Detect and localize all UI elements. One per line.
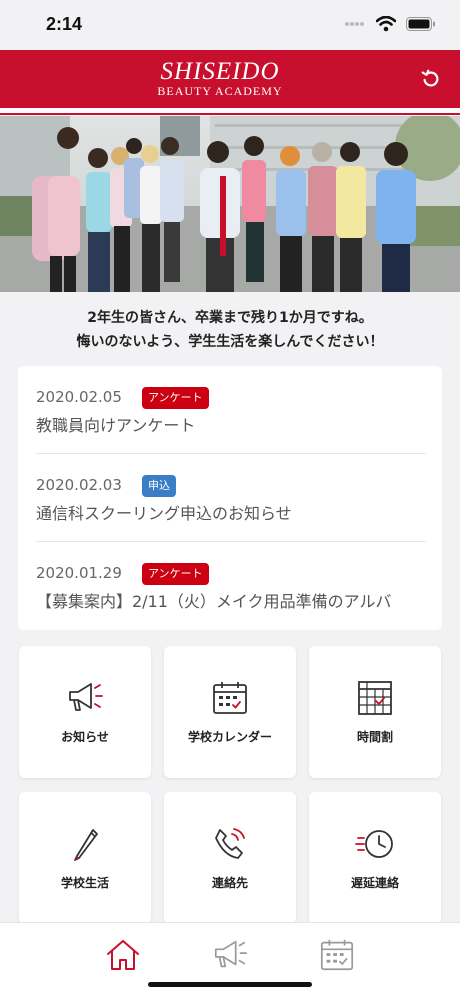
news-item[interactable]: 2020.02.03 申込 通信科スクーリング申込のお知らせ [36, 454, 426, 542]
tile-label: 学校カレンダー [187, 730, 272, 744]
app-header: SHISEIDO BEAUTY ACADEMY [0, 50, 460, 108]
news-item[interactable]: 2020.02.05 アンケート 教職員向けアンケート [36, 366, 426, 454]
tab-home[interactable] [103, 935, 143, 975]
welcome-message-line2: 悔いのないよう、学生生活を楽しんでください！ [76, 334, 384, 350]
refresh-icon [421, 69, 439, 87]
category-badge: アンケート [142, 563, 209, 585]
battery-icon [406, 17, 435, 31]
news-title: 教職員向けアンケート [36, 416, 196, 435]
brand-logo: SHISEIDO [160, 58, 280, 85]
signal-icon [345, 22, 364, 26]
timetable-icon [358, 681, 392, 715]
tile-label: 学校生活 [60, 876, 109, 890]
menu-tile-school-life[interactable]: 学校生活 [19, 792, 151, 924]
status-bar: 2:14 [0, 0, 460, 50]
megaphone-icon [214, 940, 248, 968]
menu-tile-notices[interactable]: お知らせ [19, 646, 151, 778]
news-date: 2020.02.03 [36, 476, 122, 494]
menu-tile-calendar[interactable]: 学校カレンダー [164, 646, 296, 778]
home-icon [107, 940, 139, 970]
category-badge: 申込 [142, 475, 176, 497]
brand-subtitle: BEAUTY ACADEMY [157, 84, 283, 98]
news-list: 2020.02.05 アンケート 教職員向けアンケート 2020.02.03 申… [18, 366, 442, 630]
phone-icon [215, 828, 245, 859]
welcome-message: 2年生の皆さん、卒業まで残り1か月ですね。 悔いのないよう、学生生活を楽しんでく… [0, 306, 460, 354]
tab-calendar[interactable] [317, 935, 357, 975]
home-indicator [148, 982, 312, 987]
category-badge: アンケート [142, 387, 209, 409]
clock-icon [355, 830, 393, 858]
welcome-message-line1: 2年生の皆さん、卒業まで残り1か月ですね。 [87, 310, 373, 326]
header-stripe [0, 108, 460, 115]
hero-photo [0, 116, 460, 292]
news-title: 【募集案内】2/11（火）メイク用品準備のアルバ [36, 592, 392, 611]
calendar-icon [320, 939, 354, 971]
news-date: 2020.01.29 [36, 564, 122, 582]
menu-tile-delay-report[interactable]: 遅延連絡 [309, 792, 441, 924]
news-title: 通信科スクーリング申込のお知らせ [36, 504, 292, 523]
tile-label: 遅延連絡 [350, 876, 399, 890]
status-time: 2:14 [46, 14, 83, 34]
menu-tile-contacts[interactable]: 連絡先 [164, 792, 296, 924]
menu-tile-timetable[interactable]: 時間割 [309, 646, 441, 778]
calendar-icon [213, 682, 247, 714]
megaphone-icon [69, 683, 103, 711]
tile-label: 連絡先 [211, 876, 248, 890]
tab-notices[interactable] [210, 935, 250, 975]
news-item[interactable]: 2020.01.29 アンケート 【募集案内】2/11（火）メイク用品準備のアル… [36, 542, 426, 630]
tile-label: 時間割 [356, 730, 393, 744]
tile-label: お知らせ [61, 730, 109, 744]
pencil-icon [74, 829, 98, 861]
refresh-button[interactable] [418, 66, 444, 92]
news-date: 2020.02.05 [36, 388, 122, 406]
wifi-icon [376, 16, 396, 32]
